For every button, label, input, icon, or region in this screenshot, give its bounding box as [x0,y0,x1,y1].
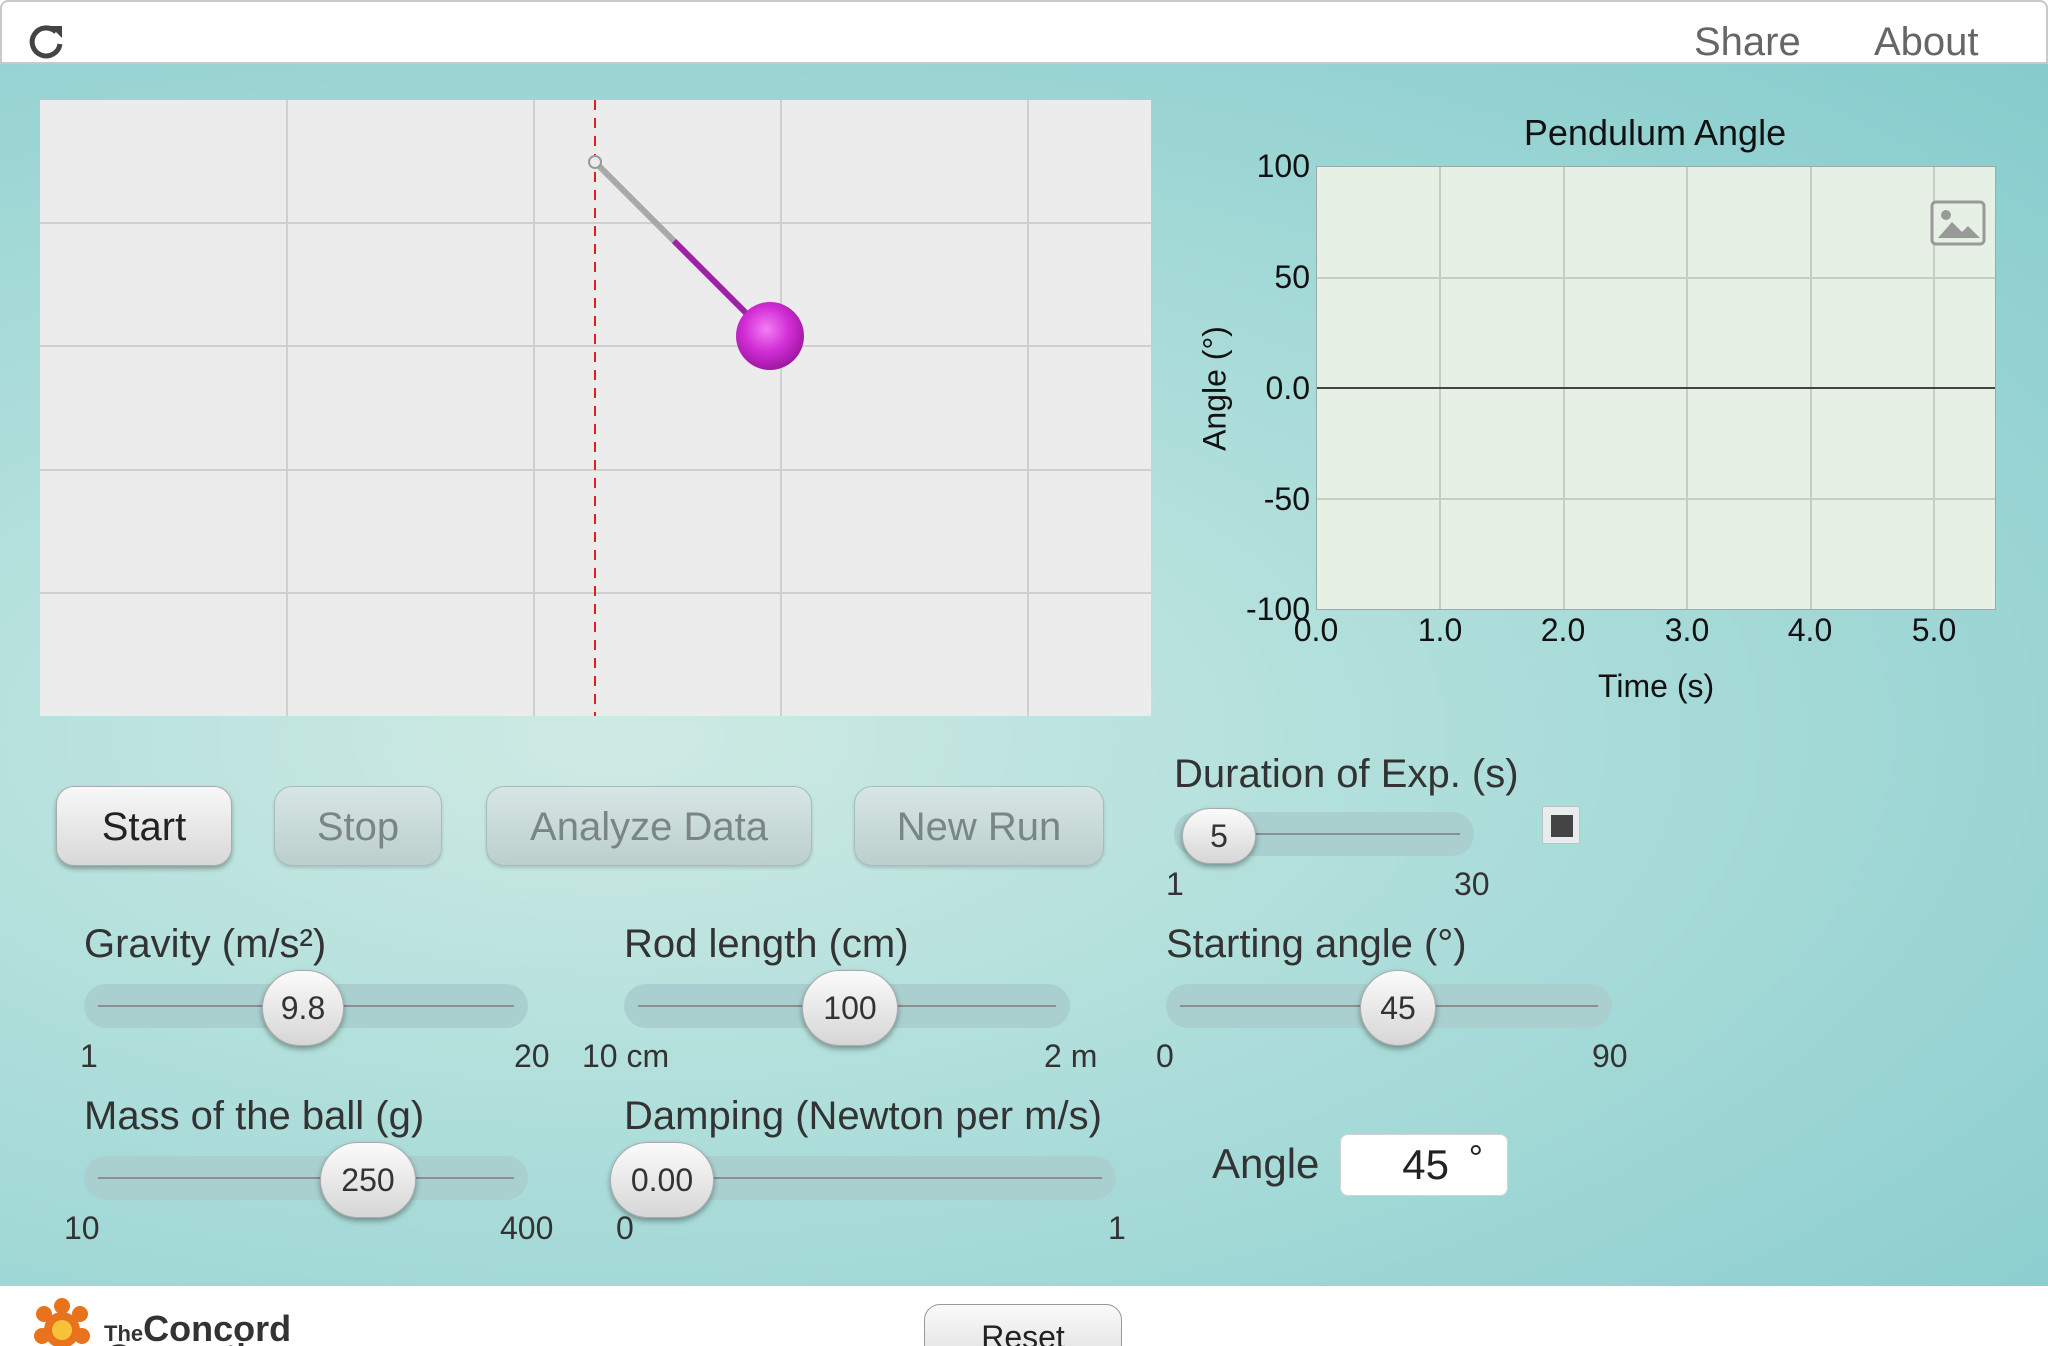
simulation-panel: Pendulum Angle 100 50 0.0 -50 -100 0.0 1… [0,64,2048,1286]
pendulum-ball[interactable] [736,302,804,370]
damping-max: 1 [1108,1210,1126,1246]
gravity-label: Gravity (m/s²) [84,922,327,966]
damping-slider-handle[interactable]: 0.00 [610,1142,714,1218]
pendulum-view [40,100,1151,716]
pendulum-rod-lower [671,238,755,322]
starting-angle-slider-handle[interactable]: 45 [1360,970,1436,1046]
mass-slider-track[interactable] [84,1156,528,1200]
rod-length-min: 10 cm [582,1038,670,1074]
y-tick: 50 [1274,259,1310,295]
graph-title: Pendulum Angle [1523,112,1787,153]
mass-min: 10 [64,1210,100,1246]
graph-grid [1317,167,1995,609]
reset-button[interactable]: Reset [924,1304,1122,1346]
analyze-data-button[interactable]: Analyze Data [486,786,812,866]
stop-button[interactable]: Stop [274,786,442,866]
new-run-button[interactable]: New Run [854,786,1104,866]
duration-label: Duration of Exp. (s) [1174,752,1519,796]
angle-readout-label: Angle [1212,1140,1320,1187]
gravity-slider-handle[interactable]: 9.8 [262,970,344,1046]
angle-readout-unit: ° [1468,1137,1483,1178]
pivot-point [588,155,602,169]
starting-angle-max: 90 [1592,1038,1628,1074]
starting-angle-min: 0 [1156,1038,1174,1074]
reload-icon[interactable] [26,22,66,62]
angle-graph [1316,166,1996,610]
x-tick: 4.0 [1787,612,1833,648]
pendulum-canvas [40,100,1151,716]
mass-label: Mass of the ball (g) [84,1094,425,1138]
rod-length-max: 2 m [1044,1038,1098,1074]
x-tick: 2.0 [1540,612,1586,648]
x-tick: 3.0 [1664,612,1710,648]
y-axis-label: Angle (°) [1196,326,1233,451]
pendulum-rod-upper [592,159,677,244]
damping-label: Damping (Newton per m/s) [624,1094,1102,1138]
angle-readout-box: 45 ° [1340,1134,1508,1196]
x-tick: 5.0 [1911,612,1957,648]
rod-length-label: Rod length (cm) [624,922,909,966]
start-button[interactable]: Start [56,786,232,866]
gravity-min: 1 [80,1038,98,1074]
rod-length-slider-handle[interactable]: 100 [802,970,898,1046]
mass-max: 400 [500,1210,554,1246]
footer: TheConcord Consortium Reset [0,1286,2048,1346]
image-icon[interactable] [1930,200,1986,246]
duration-min: 1 [1166,866,1184,902]
concord-logo-icon[interactable] [24,1290,104,1346]
stop-square-icon[interactable] [1542,806,1580,844]
duration-max: 30 [1454,866,1490,902]
x-tick: 1.0 [1417,612,1463,648]
y-tick: -50 [1263,481,1310,517]
logo-text-line2: Consortium [106,1338,297,1346]
x-tick: 0.0 [1293,612,1339,648]
angle-readout-value: 45 [1402,1141,1449,1188]
y-tick: 100 [1256,148,1310,184]
mass-slider-handle[interactable]: 250 [320,1142,416,1218]
damping-min: 0 [616,1210,634,1246]
gravity-max: 20 [514,1038,550,1074]
about-link[interactable]: About [1874,20,1979,65]
y-tick: 0.0 [1265,370,1310,406]
x-axis-label: Time (s) [1598,668,1715,704]
starting-angle-label: Starting angle (°) [1166,922,1467,966]
share-link[interactable]: Share [1694,20,1801,65]
top-bar: Share About [0,0,2048,64]
duration-slider-handle[interactable]: 5 [1182,808,1256,864]
